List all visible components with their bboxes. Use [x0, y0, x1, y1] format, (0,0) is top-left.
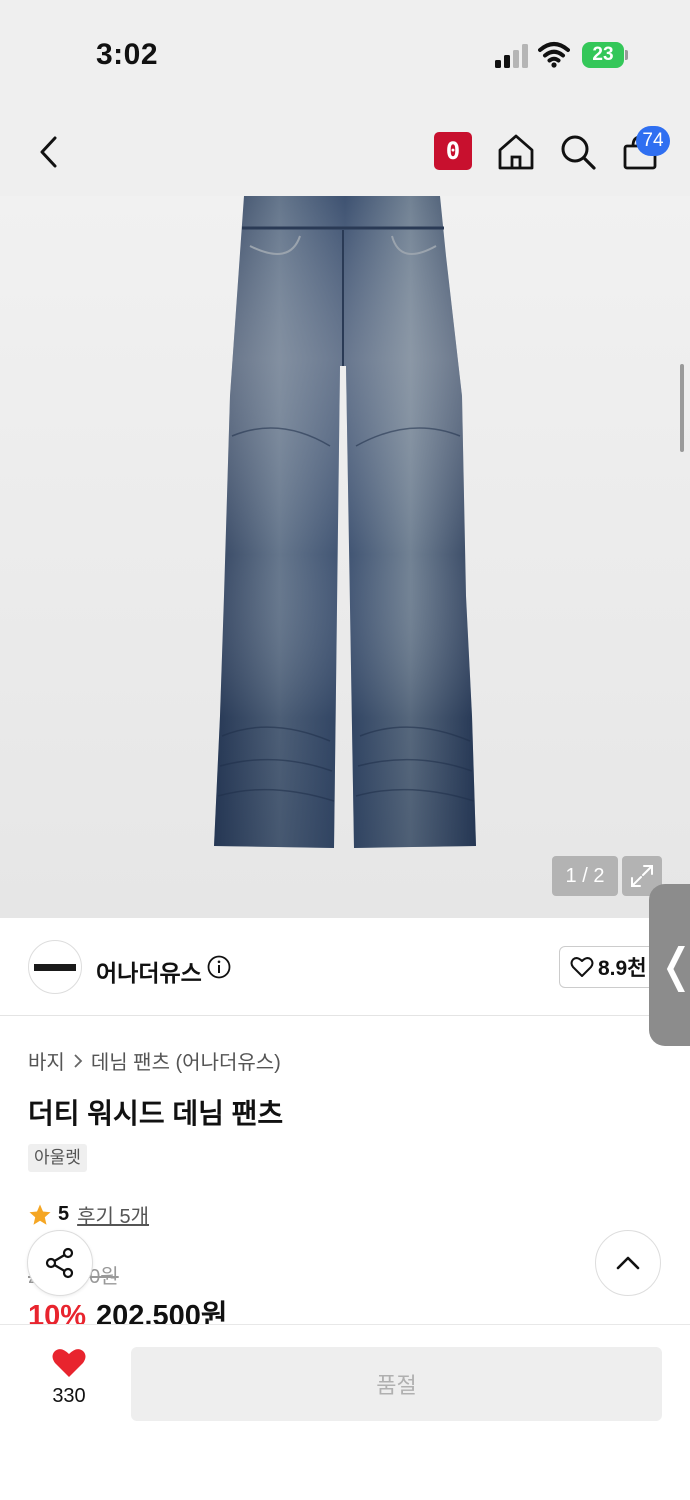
share-button[interactable] [27, 1230, 93, 1296]
brand-name[interactable]: 어나더유스 [96, 954, 202, 988]
battery-indicator: 23 [582, 42, 628, 68]
scroll-to-top-button[interactable] [595, 1230, 661, 1296]
search-button[interactable] [556, 130, 600, 174]
chevron-left-icon [40, 136, 57, 168]
brand-logo[interactable] [28, 940, 82, 994]
review-link[interactable]: 후기 5개 [77, 1200, 149, 1229]
cart-count-badge: 74 [636, 126, 670, 156]
brand-logo-mark [34, 963, 76, 971]
heart-outline-icon [570, 957, 594, 977]
expand-icon [631, 865, 653, 887]
outlet-tag: 아울렛 [28, 1144, 87, 1172]
info-icon[interactable] [207, 955, 231, 979]
home-icon [498, 134, 534, 170]
heart-filled-icon [52, 1349, 86, 1377]
breadcrumb-subcategory[interactable]: 데님 팬츠 (어나더유스) [91, 1046, 281, 1075]
status-bar: 3:02 23 [0, 0, 690, 110]
bottom-action-bar: 330 품절 [0, 1324, 690, 1500]
product-image-gallery[interactable]: 1 / 2 [0, 196, 690, 918]
wishlist-button[interactable]: 330 [36, 1347, 102, 1421]
back-button[interactable] [26, 130, 70, 174]
battery-level: 23 [582, 42, 624, 68]
chevron-right-icon [74, 1053, 83, 1068]
home-button[interactable] [494, 130, 538, 174]
top-navigation: 0 74 [0, 110, 690, 196]
wifi-icon [538, 42, 570, 68]
search-icon [561, 135, 596, 170]
status-time: 3:02 [96, 38, 159, 71]
wishlist-count: 330 [52, 1385, 86, 1407]
sold-out-button[interactable]: 품절 [131, 1347, 662, 1421]
star-icon [29, 1204, 51, 1225]
denim-pants-image [214, 196, 476, 848]
zero-badge-button[interactable]: 0 [434, 132, 472, 170]
rating-score: 5 [58, 1203, 70, 1225]
breadcrumb-category[interactable]: 바지 [28, 1046, 65, 1075]
side-panel-tab[interactable]: ❬ [649, 884, 690, 1046]
breadcrumb: 바지 데님 팬츠 (어나더유스) [28, 1046, 281, 1075]
share-icon [45, 1247, 74, 1279]
brand-like-count: 8.9천 [598, 957, 647, 980]
brand-row: 어나더유스 8.9천 [0, 918, 690, 1016]
image-page-indicator: 1 / 2 [552, 856, 618, 896]
product-title: 더티 워시드 데님 팬츠 [28, 1098, 284, 1129]
chevron-up-icon [616, 1256, 640, 1270]
cellular-signal-icon [495, 44, 528, 68]
battery-tip [625, 50, 628, 60]
rating-row: 5 후기 5개 [28, 1200, 149, 1229]
vertical-scrollbar[interactable] [680, 364, 684, 452]
